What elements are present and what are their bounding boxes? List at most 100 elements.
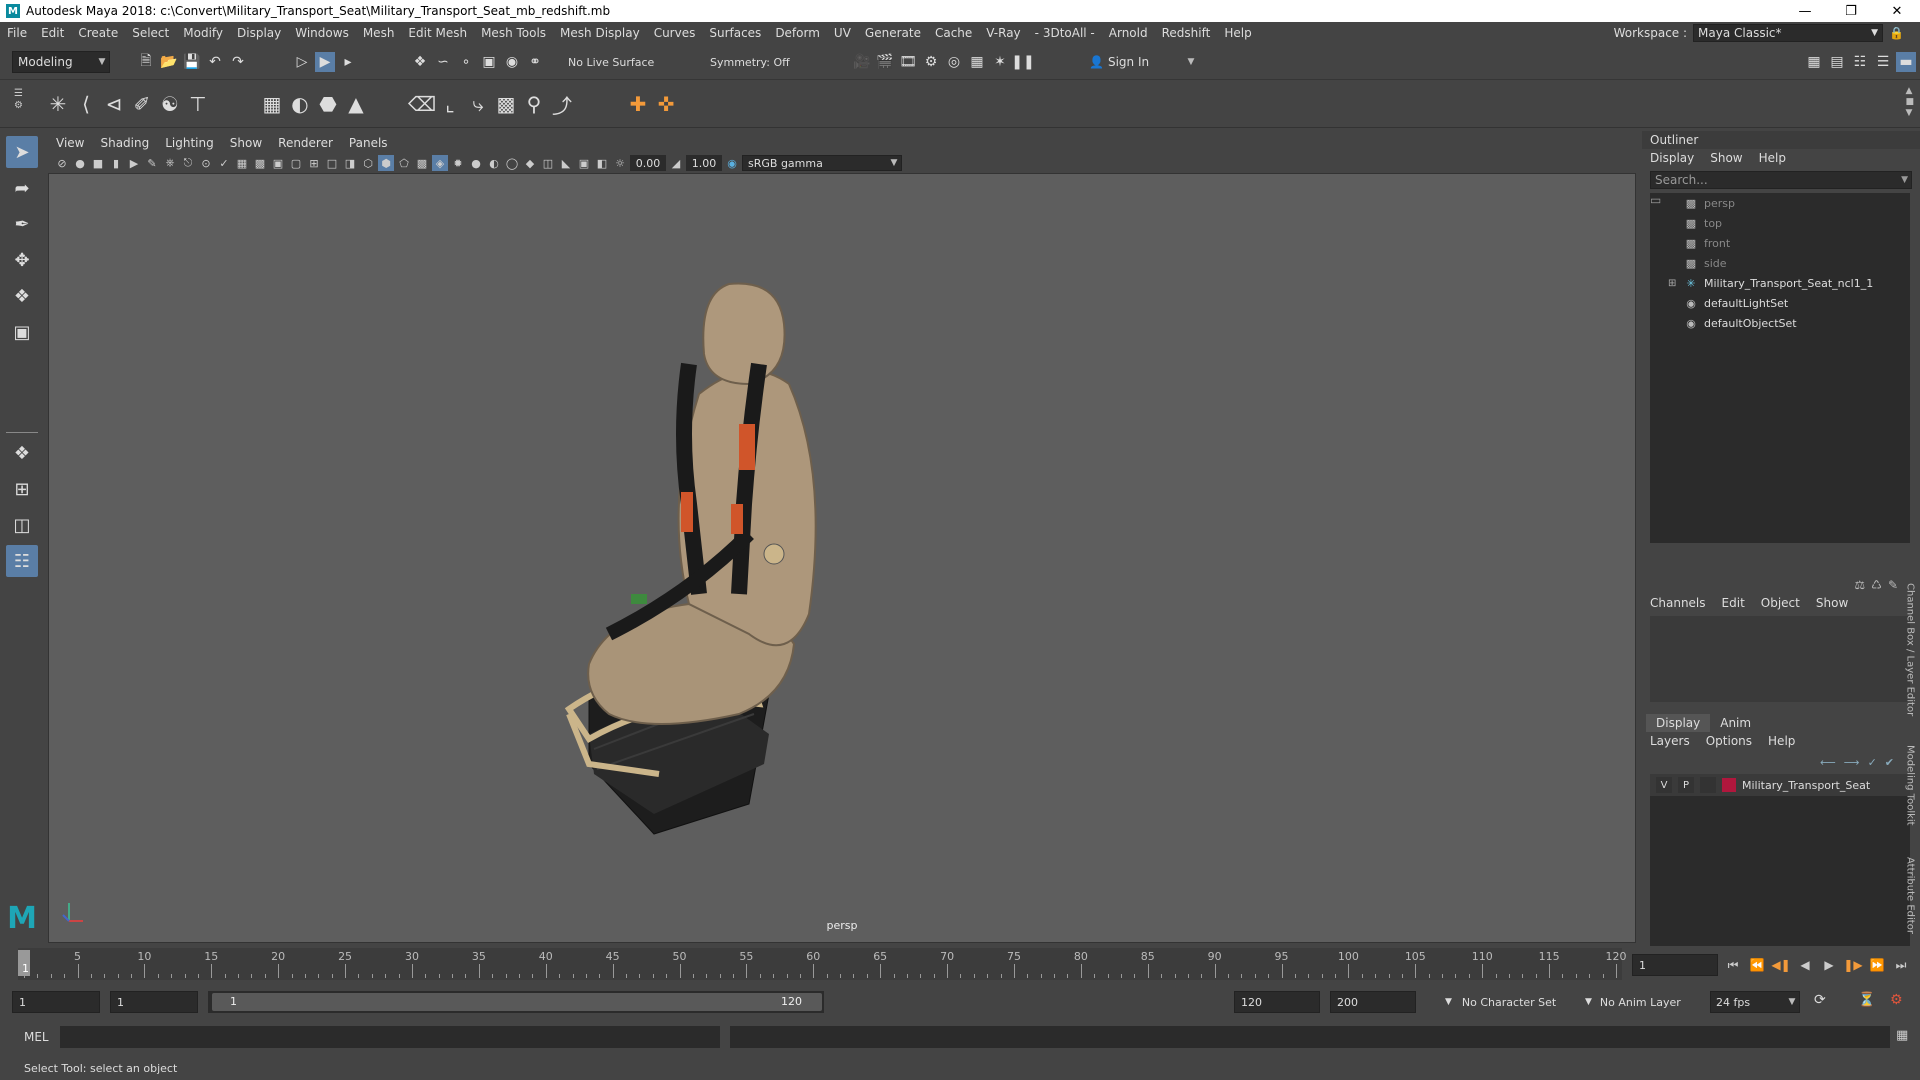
curve-cv-icon[interactable]: ⟨ [72,88,100,120]
color-management-icon[interactable]: ◉ [724,155,740,171]
gamma-field[interactable]: 1.00 [686,155,722,171]
light-editor-icon[interactable]: ✶ [990,52,1010,72]
pause-icon[interactable]: ❚❚ [1011,52,1034,72]
new-layer-selected-icon[interactable]: ✔ [1885,756,1894,769]
menu-cache[interactable]: Cache [928,26,979,40]
viewport-menu-renderer[interactable]: Renderer [270,136,341,150]
fps-dropdown[interactable]: 24 fps ▼ [1710,991,1800,1013]
snap-curve-icon[interactable]: ∽ [433,52,453,72]
lasso-tool-icon[interactable]: ➦ [6,172,38,204]
attribute-editor-icon[interactable]: ▤ [1827,52,1847,72]
anim-prefs-icon[interactable]: ⚙ [1890,992,1903,1008]
channel-box-side-tab[interactable]: Channel Box / Layer Editor [1900,580,1920,720]
hypershade-icon[interactable]: ◎ [944,52,964,72]
film-gate-icon[interactable]: ▩ [252,155,268,171]
select-hierarchy-icon[interactable]: ▷ [292,52,312,72]
menu-set-dropdown[interactable]: Modeling ▼ [12,51,110,73]
outliner-item[interactable]: ▩ persp [1650,193,1910,213]
step-forward-key-icon[interactable]: ⏩ [1866,954,1888,976]
xray-icon[interactable]: ◣ [558,155,574,171]
menu-curves[interactable]: Curves [647,26,703,40]
outliner-menu-help[interactable]: Help [1751,151,1794,165]
cross-target-icon[interactable]: ✜ [652,88,680,120]
extrude-icon[interactable]: ⌫ [408,88,436,120]
step-forward-frame-icon[interactable]: ❚▶ [1842,954,1864,976]
render-view-icon[interactable]: 🎥 [852,52,872,72]
command-language-label[interactable]: MEL [24,1030,49,1044]
menu-arnold[interactable]: Arnold [1102,26,1155,40]
layer-up-icon[interactable]: ⚖ [1854,578,1865,592]
outliner-item[interactable]: ⊞ ✳ Military_Transport_Seat_ncl1_1 [1650,273,1910,293]
cam-2d-pan-icon[interactable]: ▶ [126,155,142,171]
menu-uv[interactable]: UV [827,26,858,40]
redo-icon[interactable]: ↷ [228,52,248,72]
color-space-dropdown[interactable]: sRGB gamma ▼ [742,155,902,171]
snap-point-icon[interactable]: ∘ [456,52,476,72]
layer-menu-help[interactable]: Help [1760,734,1803,748]
undo-icon[interactable]: ↶ [205,52,225,72]
layer-visibility-toggle[interactable]: V [1656,777,1672,793]
new-layer-icon[interactable]: ✓ [1868,756,1877,769]
cross-icon[interactable]: ✚ [624,88,652,120]
menu-file[interactable]: File [0,26,34,40]
outliner-item[interactable]: ▩ top [1650,213,1910,233]
layer-playback-toggle[interactable]: P [1678,777,1694,793]
exposure-field[interactable]: 0.00 [630,155,666,171]
menu-surfaces[interactable]: Surfaces [702,26,768,40]
menu-3dtoall[interactable]: - 3DtoAll - [1028,26,1102,40]
move-tool-icon[interactable]: ✥ [6,244,38,276]
shelf-scroll-icon[interactable]: ▲ ■ ▼ [1905,86,1914,119]
filter-icon[interactable]: ▭ [1650,193,1664,207]
menu-mesh[interactable]: Mesh [356,26,402,40]
menu-select[interactable]: Select [125,26,176,40]
menu-generate[interactable]: Generate [858,26,928,40]
bridge-icon[interactable]: ⌞ [436,88,464,120]
go-to-end-icon[interactable]: ⏭ [1890,954,1912,976]
render-current-icon[interactable]: 🎬 [875,52,895,72]
bookmark-icon[interactable]: ■ [90,155,106,171]
poly-cylinder-icon[interactable]: ▲ [342,88,370,120]
camera-attr-icon[interactable]: ● [72,155,88,171]
channel-box-toggle-icon[interactable]: ▬ [1896,52,1916,72]
tab-display[interactable]: Display [1646,714,1711,732]
open-scene-icon[interactable]: 📂 [159,52,179,72]
seat-model[interactable] [49,174,1637,944]
animation-end-field[interactable]: 200 [1330,991,1416,1013]
viewport-menu-view[interactable]: View [48,136,92,150]
depth-field-icon[interactable]: ◆ [522,155,538,171]
smooth-shade-icon[interactable]: ⬢ [378,155,394,171]
menu-create[interactable]: Create [71,26,125,40]
animation-start-field[interactable]: 1 [12,991,100,1013]
render-settings-icon[interactable]: ⚙ [921,52,941,72]
safe-title-icon[interactable]: ◨ [342,155,358,171]
save-scene-icon[interactable]: 💾 [182,52,202,72]
step-back-frame-icon[interactable]: ◀❚ [1770,954,1792,976]
bend-icon[interactable]: ⤷ [464,88,492,120]
play-forward-icon[interactable]: ▶ [1818,954,1840,976]
persp-outliner-icon[interactable]: ◫ [6,509,38,541]
snap-grid-icon[interactable]: ❖ [410,52,430,72]
menu-edit[interactable]: Edit [34,26,71,40]
single-perspective-icon[interactable]: ❖ [6,437,38,469]
outliner-menu-show[interactable]: Show [1702,151,1750,165]
go-to-start-icon[interactable]: ⏮ [1722,954,1744,976]
shelf-menu-icon[interactable]: ☰ ⚙ [14,88,26,122]
layer-menu-options[interactable]: Options [1698,734,1760,748]
layer-type-toggle[interactable] [1700,777,1716,793]
command-input[interactable] [60,1026,720,1048]
loop-icon[interactable]: ⟳ [1814,992,1826,1008]
menu-mesh-tools[interactable]: Mesh Tools [474,26,553,40]
current-frame-field[interactable]: 1 [1632,954,1718,976]
pencil-curve-icon[interactable]: ✐ [128,88,156,120]
select-camera-icon[interactable]: ⊘ [54,155,70,171]
select-object-icon[interactable]: ▶ [315,52,335,72]
maximize-icon[interactable]: ❐ [1828,0,1874,22]
play-backward-icon[interactable]: ◀ [1794,954,1816,976]
menu-windows[interactable]: Windows [288,26,356,40]
script-editor-icon[interactable]: ▦ [1896,1028,1908,1043]
menu-deform[interactable]: Deform [768,26,827,40]
modeling-toolkit-side-tab[interactable]: Modeling Toolkit [1900,740,1920,830]
step-back-key-icon[interactable]: ⏪ [1746,954,1768,976]
lattice-icon[interactable]: ▩ [492,88,520,120]
new-scene-icon[interactable]: 🗎 [136,52,156,72]
